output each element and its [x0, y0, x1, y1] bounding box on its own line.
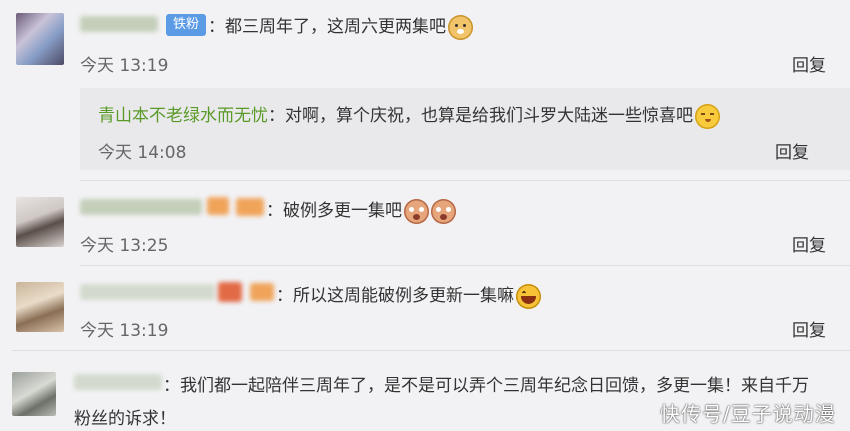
watermark: 快传号/豆子说动漫: [660, 402, 836, 426]
sub-reply-button[interactable]: 回复: [775, 138, 809, 163]
comment-time: 今天 13:19: [80, 56, 169, 76]
blurred-badge: [218, 282, 242, 302]
comment-time: 今天 13:19: [80, 321, 169, 341]
comment-text: ：都三周年了，这周六更两集吧: [208, 12, 473, 40]
avatar[interactable]: [16, 13, 64, 65]
crying-emoji-icon: [404, 198, 429, 224]
fan-badge: 铁粉: [166, 14, 206, 36]
blurred-badge: [236, 198, 264, 216]
blurred-username: [80, 199, 202, 215]
comment-text: ：破例多更一集吧: [266, 196, 456, 224]
avatar[interactable]: [16, 197, 64, 247]
dog-emoji-icon: [448, 14, 473, 40]
reply-button[interactable]: 回复: [792, 51, 826, 76]
shy-emoji-icon: [695, 103, 720, 129]
blurred-username: [80, 16, 158, 32]
sub-reply-time: 今天 14:08: [98, 143, 187, 163]
blurred-badge: [207, 197, 229, 215]
divider: [12, 350, 850, 351]
sub-reply-text: 青山本不老绿水而无忧：对啊，算个庆祝，也算是给我们斗罗大陆迷一些惊喜吧: [98, 101, 720, 129]
crying-emoji-icon: [431, 198, 456, 224]
blurred-username: [74, 374, 162, 390]
comment-text: ：所以这周能破例多更新一集嘛: [276, 281, 541, 309]
avatar[interactable]: [16, 282, 64, 332]
avatar[interactable]: [12, 372, 56, 416]
comment-time: 今天 13:25: [80, 236, 169, 256]
laughing-emoji-icon: [516, 283, 541, 309]
divider: [80, 180, 850, 181]
reply-button[interactable]: 回复: [792, 316, 826, 341]
comment-text-line-1: ：我们都一起陪伴三周年了，是不是可以弄个三周年纪念日回馈，多更一集！来自千万: [163, 376, 809, 396]
blurred-username: [80, 284, 215, 300]
reply-button[interactable]: 回复: [792, 231, 826, 256]
comment-text-line-2: 粉丝的诉求！: [74, 409, 176, 429]
sub-reply-author[interactable]: 青山本不老绿水而无忧: [98, 106, 268, 126]
divider: [80, 265, 850, 266]
blurred-badge: [250, 283, 274, 301]
